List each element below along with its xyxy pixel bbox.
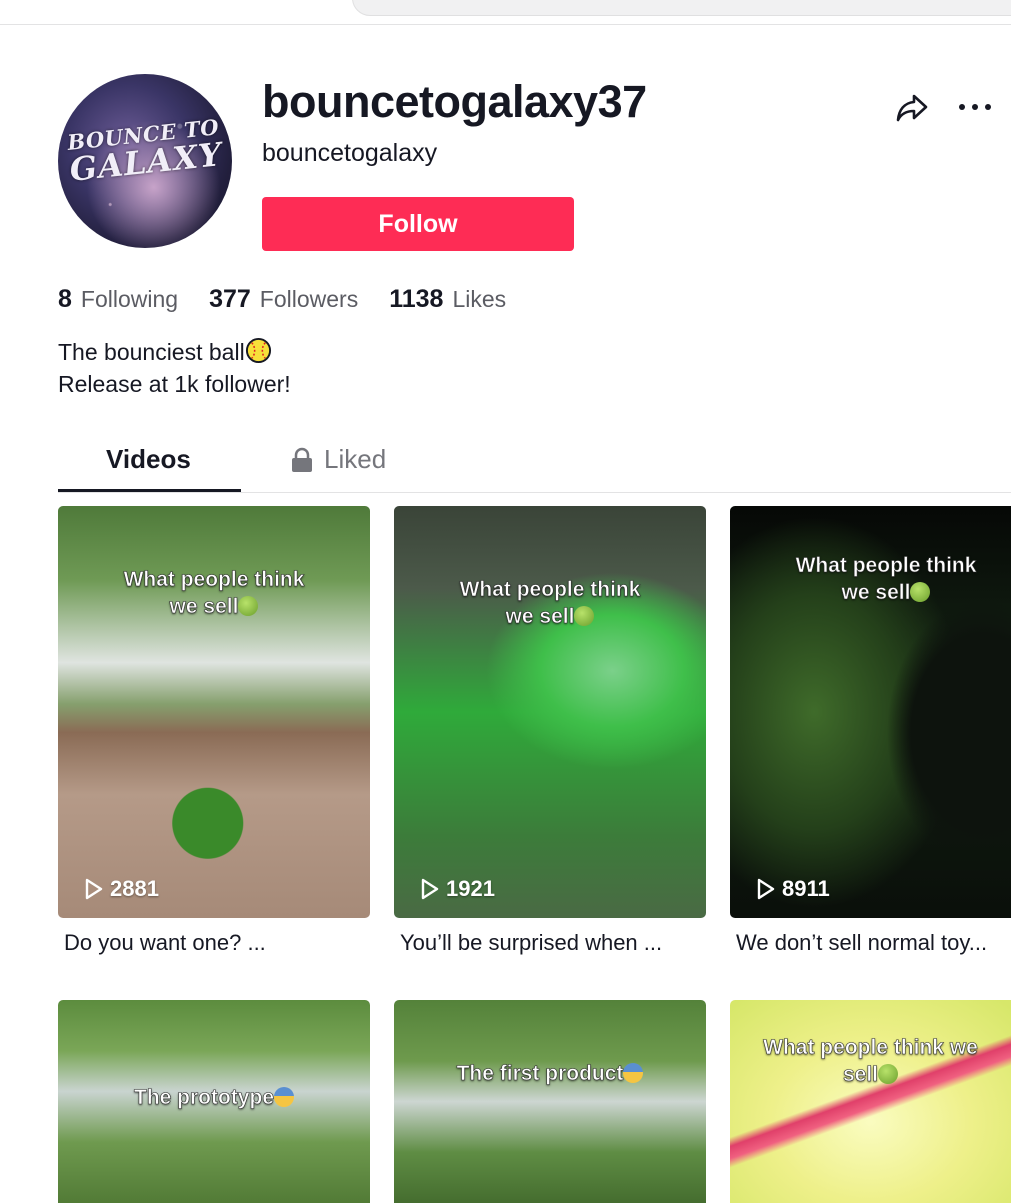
- video-overlay-text: What people think we sell: [730, 552, 1011, 606]
- view-count-value: 2881: [110, 876, 159, 901]
- followers-stat[interactable]: 377 Followers: [209, 285, 358, 314]
- video-card[interactable]: What people think we sell 8911: [730, 506, 1011, 918]
- active-tab-indicator: [58, 489, 241, 492]
- profile-tabs: Videos Liked: [58, 430, 1011, 493]
- lock-icon: [292, 447, 312, 472]
- username: bouncetogalaxy37: [262, 76, 647, 127]
- nauseated-emoji: [574, 606, 595, 626]
- nauseated-emoji: [878, 1064, 899, 1084]
- view-count-value: 1921: [446, 876, 495, 901]
- following-label: Following: [80, 286, 179, 312]
- share-icon[interactable]: [893, 88, 931, 126]
- likes-count: 1138: [389, 285, 444, 313]
- video-card[interactable]: What people think we sell: [730, 1000, 1011, 1203]
- tab-videos[interactable]: Videos: [106, 444, 191, 475]
- play-icon: [85, 878, 103, 900]
- video-card[interactable]: The first product: [394, 1000, 706, 1203]
- view-count-value: 8911: [782, 876, 830, 901]
- nauseated-emoji: [910, 582, 931, 602]
- video-card[interactable]: The prototype: [58, 1000, 370, 1203]
- video-overlay-line1: What people think: [459, 578, 641, 602]
- video-overlay-text: What people think we sell: [58, 566, 370, 620]
- avatar[interactable]: BOUNCE TO GALAXY: [58, 74, 232, 248]
- video-overlay-line1: What people think we: [763, 1036, 978, 1060]
- bio: The bounciest ball Release at 1k followe…: [58, 336, 291, 400]
- video-overlay-text: What people think we sell: [394, 576, 706, 630]
- video-overlay-line1: What people think: [795, 554, 977, 578]
- video-overlay-line2: sell: [730, 1061, 1011, 1088]
- profile-stats: 8 Following 377 Followers 1138 Likes: [58, 285, 537, 321]
- follow-button[interactable]: Follow: [262, 197, 574, 251]
- video-card[interactable]: What people think we sell 1921: [394, 506, 706, 918]
- tab-liked-label: Liked: [324, 444, 387, 474]
- view-count: 2881: [84, 876, 159, 902]
- scared-emoji: [274, 1087, 294, 1107]
- video-caption[interactable]: Do you want one? ...: [64, 930, 266, 956]
- video-overlay-text: The first product: [394, 1060, 706, 1087]
- softball-icon: [245, 337, 271, 364]
- tab-liked[interactable]: Liked: [290, 444, 386, 475]
- video-overlay-line2: we sell: [58, 593, 370, 620]
- nickname: bouncetogalaxy: [262, 139, 438, 167]
- video-overlay-text: What people think we sell: [730, 1034, 1011, 1088]
- scared-emoji: [623, 1063, 644, 1083]
- nauseated-emoji: [238, 596, 259, 616]
- tab-videos-label: Videos: [106, 444, 191, 474]
- following-stat[interactable]: 8 Following: [58, 285, 178, 314]
- video-overlay-line1: What people think: [123, 568, 305, 592]
- video-overlay-line2: we sell: [730, 579, 1011, 606]
- search-bar[interactable]: [352, 0, 1011, 16]
- followers-count: 377: [209, 285, 251, 313]
- video-caption[interactable]: You’ll be surprised when ...: [400, 930, 662, 956]
- avatar-logo: BOUNCE TO GALAXY: [58, 114, 232, 189]
- bio-line-2: Release at 1k follower!: [58, 371, 291, 397]
- more-icon[interactable]: [956, 92, 996, 122]
- video-card[interactable]: What people think we sell 2881: [58, 506, 370, 918]
- followers-label: Followers: [259, 286, 359, 312]
- view-count: 1921: [420, 876, 495, 902]
- bio-line-1-text: The bounciest ball: [58, 339, 245, 365]
- play-icon: [421, 878, 439, 900]
- video-overlay-line1: The first product: [394, 1060, 706, 1087]
- view-count: 8911: [756, 876, 830, 902]
- video-overlay-line2: we sell: [394, 603, 706, 630]
- bio-line-1: The bounciest ball: [58, 336, 291, 368]
- video-overlay-text: The prototype: [58, 1084, 370, 1111]
- top-bar: [0, 0, 1011, 25]
- likes-stat: 1138 Likes: [389, 285, 506, 314]
- play-icon: [757, 878, 775, 900]
- video-caption[interactable]: We don’t sell normal toy...: [736, 930, 1011, 956]
- following-count: 8: [58, 285, 72, 313]
- likes-label: Likes: [452, 286, 507, 312]
- video-overlay-line1: The prototype: [58, 1084, 370, 1111]
